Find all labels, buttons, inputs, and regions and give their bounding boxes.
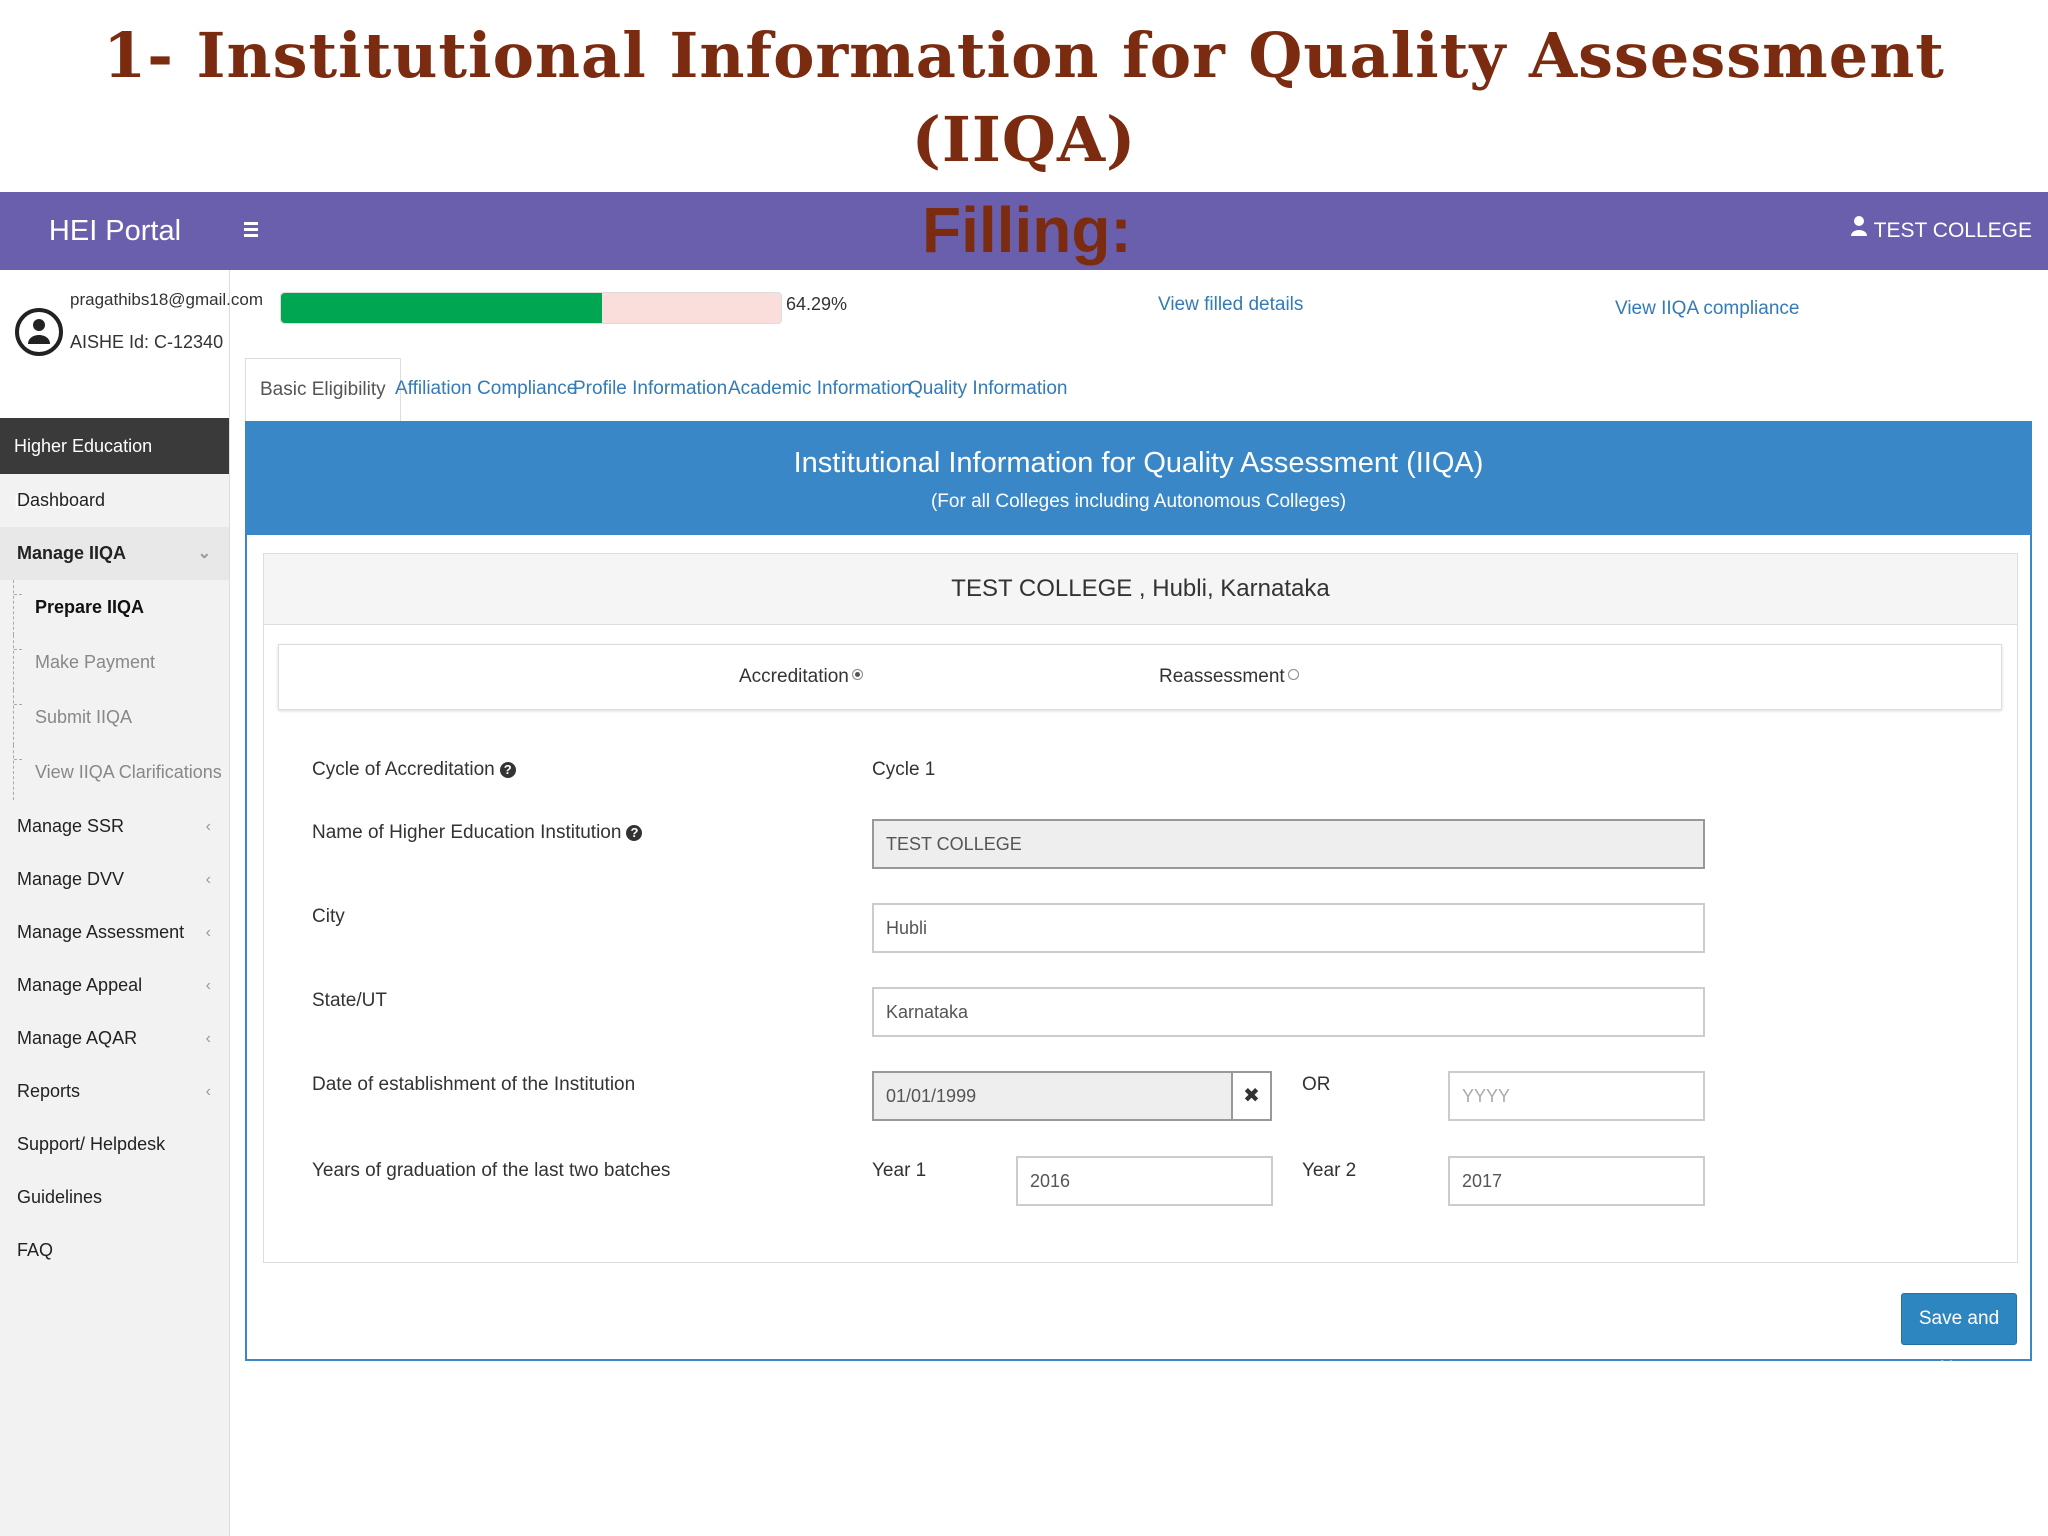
radio-reassessment[interactable]: Reassessment [1159,645,1299,709]
sidebar: pragathibs18@gmail.com AISHE Id: C-12340… [0,270,263,1536]
sidebar-item-label: Manage Assessment [17,922,185,942]
city-field[interactable]: Hubli [872,903,1705,953]
establishment-date-label: Date of establishment of the Institution [312,1074,636,1095]
sidebar-item-label: Manage DVV [17,869,125,889]
view-compliance-link[interactable]: View IIQA compliance [1615,298,1799,320]
sidebar-subitem-label: Make Payment [35,652,156,672]
iiqa-panel: Institutional Information for Quality As… [245,421,2032,1379]
sidebar-item-label: FAQ [17,1240,54,1260]
state-label: State/UT [312,990,387,1011]
sidebar-subitem-make-payment[interactable]: Make Payment [0,635,229,690]
radio-accreditation[interactable]: Accreditation [739,645,863,709]
radio-selected-icon[interactable] [851,669,863,680]
clear-date-icon[interactable]: ✖ [1232,1071,1272,1121]
sidebar-item-manage-dvv[interactable]: Manage DVV ‹ [0,853,229,906]
avatar-icon [14,292,63,362]
form-card: TEST COLLEGE , Hubli, Karnataka Accredit… [263,553,2018,1263]
cycle-value: Cycle 1 [872,759,936,780]
establishment-year-field[interactable]: YYYY [1448,1071,1705,1121]
panel-subtitle: (For all Colleges including Autonomous C… [930,491,1347,512]
help-icon[interactable]: ? [626,825,643,841]
chevron-left-icon: ‹ [205,924,211,941]
or-label: OR [1302,1074,1331,1095]
sidebar-subitem-label: Submit IIQA [35,707,133,727]
chevron-left-icon: ‹ [205,977,211,994]
sidebar-item-manage-appeal[interactable]: Manage Appeal ‹ [0,959,229,1012]
tab-academic-information[interactable]: Academic Information [728,358,912,420]
sidebar-item-label: Manage Appeal [17,975,143,995]
sidebar-item-reports[interactable]: Reports ‹ [0,1065,229,1118]
panel-header: Institutional Information for Quality As… [247,423,2030,535]
sidebar-item-manage-aqar[interactable]: Manage AQAR ‹ [0,1012,229,1065]
establishment-date-field[interactable]: 01/01/1999 [872,1071,1233,1121]
chevron-left-icon: ‹ [205,818,211,835]
tab-basic-eligibility[interactable]: Basic Eligibility [245,358,401,421]
tab-profile-information[interactable]: Profile Information [573,358,727,420]
radio-unselected-icon[interactable] [1287,669,1299,680]
tab-affiliation-compliance[interactable]: Affiliation Compliance [395,358,577,420]
year1-field[interactable]: 2016 [1016,1156,1273,1206]
save-and-next-button[interactable]: Save and Next [1901,1293,2017,1379]
year2-label: Year 2 [1302,1160,1357,1181]
sidebar-item-label: Dashboard [17,490,106,510]
sidebar-item-label: Manage AQAR [17,1028,138,1048]
slide-title: 1- Institutional Information for Quality… [103,19,1945,176]
chevron-left-icon: ‹ [205,871,211,888]
help-icon[interactable]: ? [499,762,516,778]
chevron-left-icon: ‹ [205,1030,211,1047]
label-text: Name of Higher Education Institution [312,822,622,843]
sidebar-item-support[interactable]: Support/ Helpdesk [0,1118,229,1171]
top-navbar: HEI Portal Filling: TEST COLLEGE [0,192,2048,270]
progress-bar [280,292,782,324]
view-filled-details-link[interactable]: View filled details [1158,294,1303,316]
progress-label: 64.29% [786,294,848,314]
label-text: Cycle of Accreditation [312,759,495,780]
institution-name-field[interactable]: TEST COLLEGE [872,819,1705,869]
portal-brand[interactable]: HEI Portal [0,192,230,270]
radio-label: Reassessment [1159,666,1285,687]
sidebar-item-label: Reports [17,1081,81,1101]
sidebar-item-dashboard[interactable]: Dashboard [0,474,229,527]
sidebar-item-manage-ssr[interactable]: Manage SSR ‹ [0,800,229,853]
profile-aishe-id: AISHE Id: C-12340 [70,332,224,352]
year2-field[interactable]: 2017 [1448,1156,1705,1206]
graduation-years-label: Years of graduation of the last two batc… [312,1160,671,1181]
sidebar-item-faq[interactable]: FAQ [0,1224,229,1277]
chevron-left-icon: ‹ [205,1083,211,1100]
sidebar-subitem-view-clarifications[interactable]: View IIQA Clarifications [0,745,229,800]
city-label: City [312,906,345,927]
user-name: TEST COLLEGE [1873,219,2032,242]
hamburger-icon[interactable] [244,216,264,246]
sidebar-item-label: Support/ Helpdesk [17,1134,166,1154]
institution-name-label: Name of Higher Education Institution? [312,822,643,844]
sidebar-subitem-submit-iiqa[interactable]: Submit IIQA [0,690,229,745]
profile-email: pragathibs18@gmail.com [70,290,264,309]
sidebar-section-header: Higher Education Institution [0,418,229,512]
sidebar-item-label: Manage IIQA [17,543,127,563]
cycle-label: Cycle of Accreditation? [312,759,516,781]
user-icon [1850,192,1868,270]
sidebar-subitem-label: Prepare IIQA [35,597,145,617]
sidebar-item-label: Guidelines [17,1187,103,1207]
panel-title: Institutional Information for Quality As… [793,447,1484,479]
chevron-down-icon: ⌄ [197,545,211,562]
state-field[interactable]: Karnataka [872,987,1705,1037]
tab-quality-information[interactable]: Quality Information [908,358,1067,420]
user-menu[interactable]: TEST COLLEGE [1850,192,2032,270]
progress-fill [281,293,603,323]
sidebar-subitem-prepare-iiqa[interactable]: Prepare IIQA [0,580,229,635]
sidebar-item-manage-assessment[interactable]: Manage Assessment ‹ [0,906,229,959]
assessment-type-group: Accreditation Reassessment [278,644,2002,710]
year1-label: Year 1 [872,1160,927,1181]
sidebar-item-label: Manage SSR [17,816,125,836]
slide-subtitle: Filling: [922,194,1132,266]
college-name-heading: TEST COLLEGE , Hubli, Karnataka [264,554,2017,625]
sidebar-item-manage-iiqa[interactable]: Manage IIQA ⌄ [0,527,229,580]
sidebar-item-guidelines[interactable]: Guidelines [0,1171,229,1224]
radio-label: Accreditation [739,666,849,687]
user-profile: pragathibs18@gmail.com AISHE Id: C-12340 [0,270,263,418]
sidebar-subitem-label: View IIQA Clarifications [35,762,222,782]
